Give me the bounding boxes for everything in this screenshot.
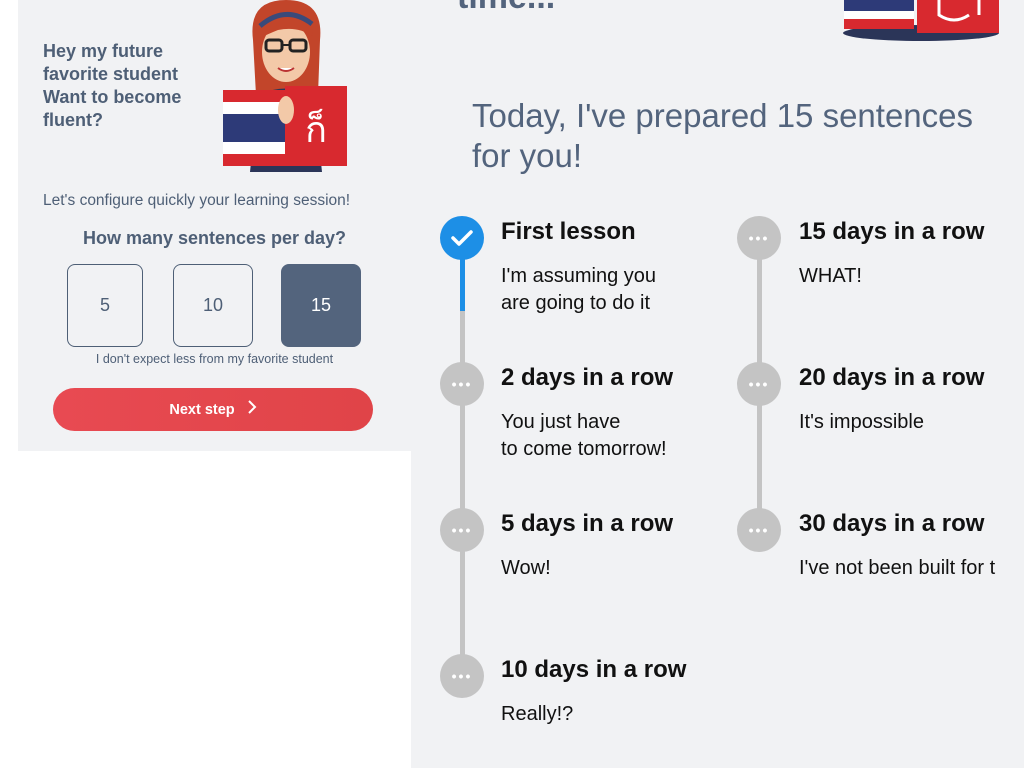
milestone-title: 2 days in a row xyxy=(501,364,674,391)
chevron-right-icon xyxy=(247,399,257,420)
option-10-button[interactable]: 10 xyxy=(173,264,253,347)
page-heading: Today, I've prepared 15 sentences for yo… xyxy=(472,97,974,174)
config-instruction: Let's configure quickly your learning se… xyxy=(43,192,351,209)
ellipsis-icon: ••• xyxy=(737,216,781,260)
milestone-check-icon xyxy=(440,216,484,260)
milestone-description: Really!? xyxy=(501,703,574,725)
timeline-connector xyxy=(756,258,762,366)
timeline-connector xyxy=(459,550,465,658)
ellipsis-icon: ••• xyxy=(440,508,484,552)
progress-line-filled xyxy=(459,258,465,311)
option-5-button[interactable]: 5 xyxy=(67,264,143,347)
milestone-description: Wow! xyxy=(501,557,551,579)
ellipsis-icon: ••• xyxy=(737,362,781,406)
ellipsis-icon: ••• xyxy=(737,508,781,552)
milestone-title: 30 days in a row xyxy=(799,510,985,537)
milestone-description: It's impossible xyxy=(799,411,924,433)
teacher-illustration: ก็ xyxy=(223,0,347,172)
greeting-text: Hey my future favorite student Want to b… xyxy=(43,41,182,130)
milestone-title: 15 days in a row xyxy=(799,218,985,245)
next-step-label: Next step xyxy=(169,401,235,418)
cut-off-heading: time... xyxy=(457,0,555,17)
option-15-button[interactable]: 15 xyxy=(281,264,361,347)
book-illustration-fragment xyxy=(843,0,999,41)
milestone-title: 20 days in a row xyxy=(799,364,985,391)
next-step-button[interactable]: Next step xyxy=(53,388,373,431)
ellipsis-icon: ••• xyxy=(440,362,484,406)
milestone-description: WHAT! xyxy=(799,265,862,287)
onboarding-panel: Hey my future favorite student Want to b… xyxy=(18,0,411,451)
book-thai-glyph: ก็ xyxy=(305,107,327,151)
milestone-title: 10 days in a row xyxy=(501,656,687,683)
milestone-title: First lesson xyxy=(501,218,636,245)
timeline-connector xyxy=(459,311,465,366)
sentences-question: How many sentences per day? xyxy=(82,228,347,248)
milestone-description: You just have to come tomorrow! xyxy=(501,411,667,460)
goals-panel: time... Today, I've prepared 15 sentence… xyxy=(411,0,1024,768)
timeline-connector xyxy=(459,404,465,512)
milestone-description: I've not been built for t xyxy=(799,557,996,579)
selection-hint: I don't expect less from my favorite stu… xyxy=(95,352,334,366)
timeline-connector xyxy=(756,404,762,512)
milestone-title: 5 days in a row xyxy=(501,510,674,537)
ellipsis-icon: ••• xyxy=(440,654,484,698)
milestone-description: I'm assuming you are going to do it xyxy=(501,265,656,314)
